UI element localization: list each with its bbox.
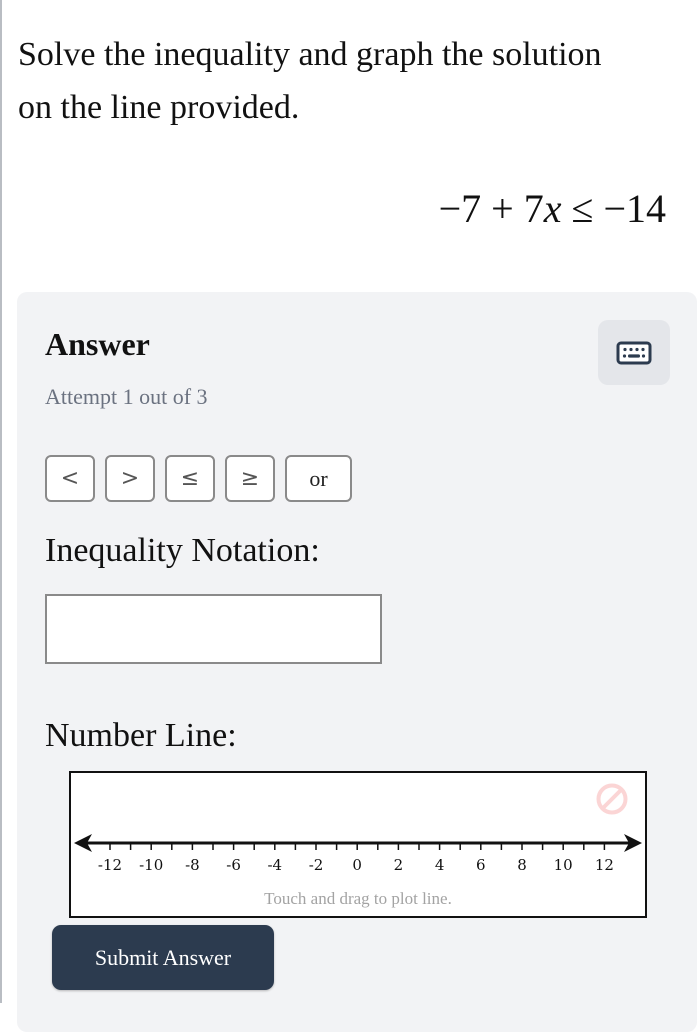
answer-panel: Answer Attempt 1 out of 3 < > ≤ ≥ or Ine… xyxy=(17,292,697,1032)
or-button[interactable]: or xyxy=(285,455,352,502)
clear-button[interactable] xyxy=(596,783,628,815)
attempt-counter: Attempt 1 out of 3 xyxy=(45,384,208,409)
equation-variable: x xyxy=(543,186,562,231)
number-line-tick-label: -6 xyxy=(226,856,241,874)
number-line-tick-label: -2 xyxy=(309,856,324,874)
number-line-tick-label: -12 xyxy=(98,856,122,874)
number-line-tick-label: 2 xyxy=(394,856,404,874)
number-line-canvas[interactable]: -12 -10 -8 -6 -4 -2 0 2 4 6 8 10 12 Touch and drag t… xyxy=(69,771,647,918)
number-line-tick-label: 6 xyxy=(476,856,486,874)
left-border xyxy=(0,0,2,1003)
prohibit-icon-slash xyxy=(601,788,623,810)
less-equal-button[interactable]: ≤ xyxy=(165,455,215,502)
keyboard-icon xyxy=(616,341,652,364)
inequality-notation-input[interactable] xyxy=(45,594,382,664)
equation-operator: ≤ xyxy=(571,186,594,231)
question-prompt: Solve the inequality and graph the solut… xyxy=(18,36,602,126)
number-line-tick-label: 12 xyxy=(595,856,614,874)
keyboard-button[interactable] xyxy=(598,320,670,385)
equation-right: −14 xyxy=(603,186,666,231)
inequality-notation-label: Inequality Notation: xyxy=(45,532,320,569)
number-line-hint: Touch and drag to plot line. xyxy=(264,889,452,908)
number-line-tick-label: 10 xyxy=(554,856,573,874)
greater-than-button[interactable]: > xyxy=(105,455,155,502)
equation: −7 + 7x ≤ −14 xyxy=(439,184,666,234)
number-line-tick-label: 4 xyxy=(435,856,445,874)
number-line-tick-label: 8 xyxy=(517,856,527,874)
answer-title: Answer xyxy=(45,326,150,362)
greater-equal-button[interactable]: ≥ xyxy=(225,455,275,502)
number-line-tick-label: -8 xyxy=(185,856,200,874)
number-line-label: Number Line: xyxy=(45,717,237,754)
equation-left: −7 + 7 xyxy=(438,186,544,231)
symbol-button-row: < > ≤ ≥ or xyxy=(45,455,352,502)
number-line-tick-label: 0 xyxy=(352,856,362,874)
number-line-tick-label: -4 xyxy=(267,856,282,874)
submit-answer-button[interactable]: Submit Answer xyxy=(52,925,274,990)
less-than-button[interactable]: < xyxy=(45,455,95,502)
number-line-tick-label: -10 xyxy=(139,856,163,874)
